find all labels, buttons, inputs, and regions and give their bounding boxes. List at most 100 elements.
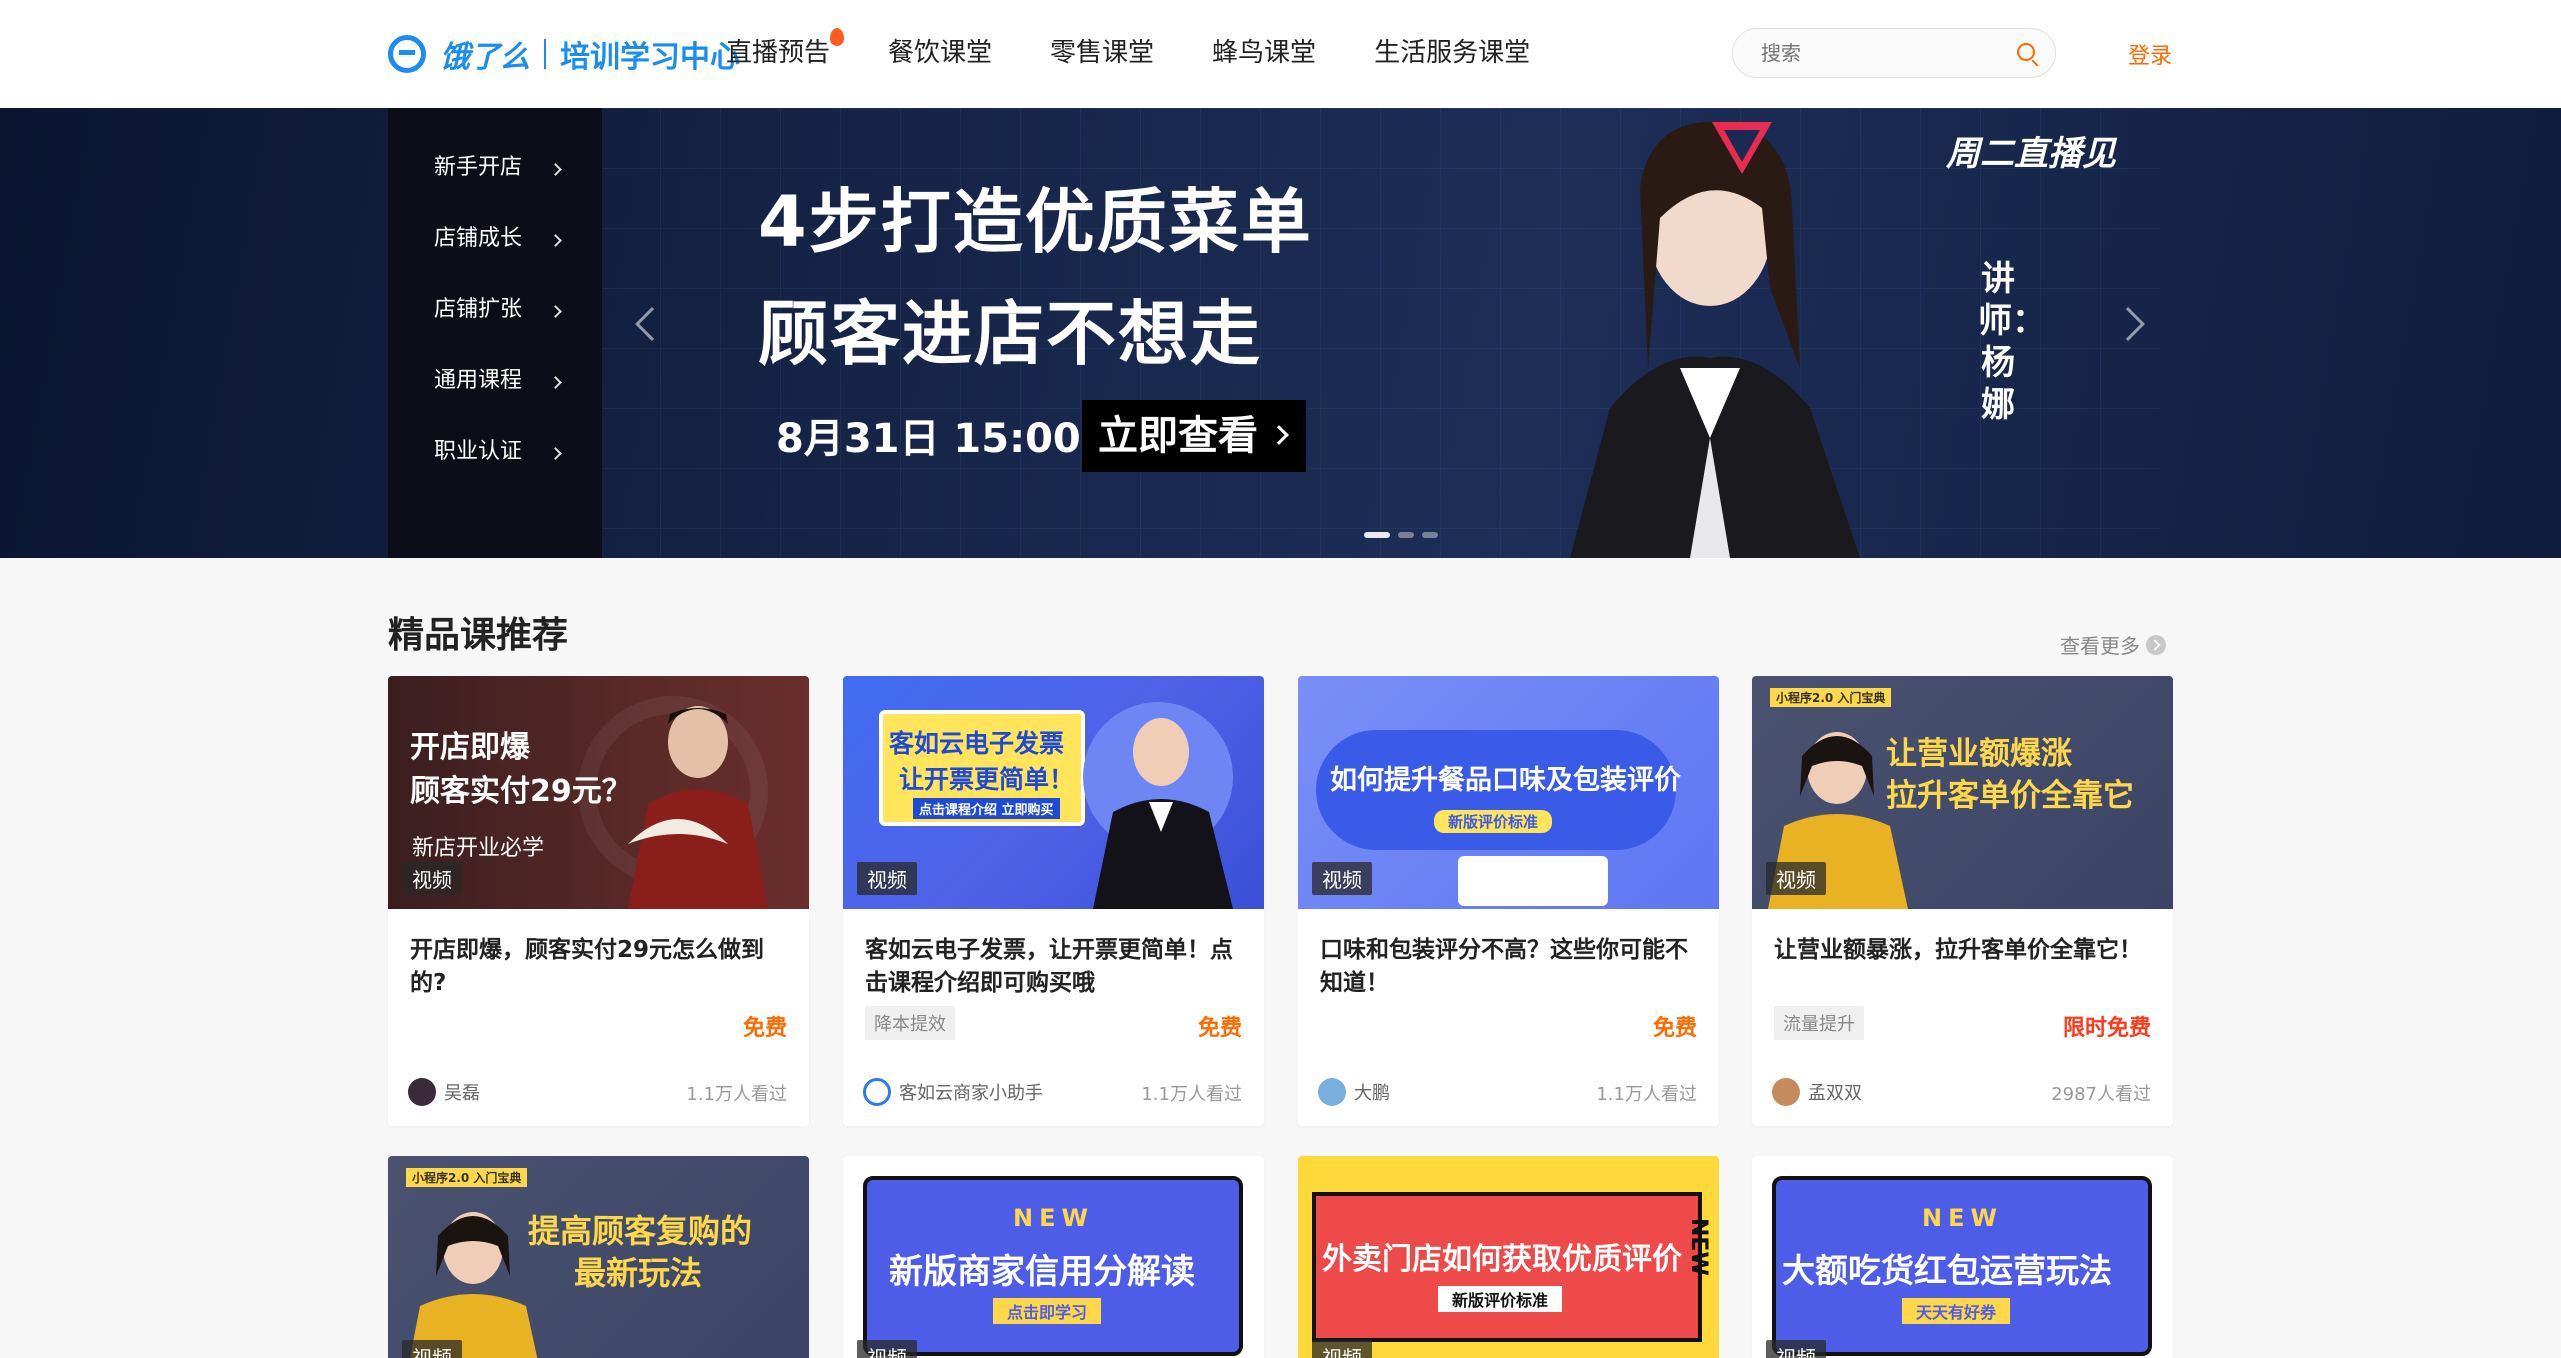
chevron-right-icon: [549, 447, 562, 460]
course-title[interactable]: 客如云电子发票，让开票更简单！点击课程介绍即可购买哦: [865, 934, 1245, 1000]
nav-life-service[interactable]: 生活服务课堂: [1374, 30, 1530, 76]
course-card[interactable]: NEW 大额吃货红包运营玩法 天天有好券 视频: [1752, 1156, 2173, 1358]
thumb-line2: 顾客实付29元？: [410, 774, 632, 809]
nav-retail[interactable]: 零售课堂: [1050, 30, 1154, 76]
thumb-line1: 外卖门店如何获取优质评价: [1322, 1242, 1682, 1277]
thumb-line1: 客如云电子发票: [889, 729, 1065, 758]
main-nav: 直播预告 餐饮课堂 零售课堂 蜂鸟课堂 生活服务课堂: [726, 28, 1588, 76]
side-item-store-expand[interactable]: 店铺扩张: [388, 280, 602, 351]
avatar: [1772, 1078, 1800, 1106]
nav-catering[interactable]: 餐饮课堂: [888, 30, 992, 76]
thumb-line2: 让开票更简单！: [899, 765, 1075, 794]
banner-carousel[interactable]: 4步打造优质菜单 顾客进店不想走 8月31日 15:00 立即查看 周二直播见 …: [0, 108, 2561, 558]
course-thumbnail: NEW 大额吃货红包运营玩法 天天有好券 视频: [1752, 1156, 2173, 1358]
course-author: 客如云商家小助手: [863, 1078, 1043, 1106]
course-card[interactable]: 如何提升餐品口味及包装评价 新版评价标准 视频 口味和包装评分不高？这些你可能不…: [1298, 676, 1719, 1126]
banner-date: 8月31日 15:00: [776, 416, 1081, 462]
video-badge: 视频: [857, 1340, 917, 1358]
fire-icon: [830, 28, 845, 46]
search-box: [1732, 28, 2056, 78]
course-price: 限时免费: [2062, 1016, 2151, 1041]
thumb-line1: NEW: [1013, 1204, 1094, 1232]
chevron-right-icon: [1269, 425, 1289, 445]
course-price: 免费: [742, 1016, 787, 1041]
logo[interactable]: 饿了么 培训学习中心: [388, 32, 740, 76]
carousel-dot-3[interactable]: [1422, 532, 1438, 538]
course-author: 大鹏: [1318, 1078, 1390, 1106]
course-thumbnail: 客如云电子发票 让开票更简单！ 点击课程介绍 立即购买 视频: [843, 676, 1264, 909]
chevron-right-icon: [549, 163, 562, 176]
presenter-photo: [1093, 718, 1233, 909]
thumb-line3: 小程序2.0 入门宝典: [1770, 688, 1892, 707]
thumb-line3: 点击课程介绍 立即购买: [913, 798, 1060, 819]
carousel-dots: [1364, 532, 1438, 538]
section-title: 精品课推荐: [388, 615, 569, 656]
chevron-right-icon: [549, 376, 562, 389]
thumb-line1: 如何提升餐品口味及包装评价: [1330, 765, 1681, 796]
thumb-line1: NEW: [1922, 1204, 2003, 1232]
course-card[interactable]: 开店即爆 顾客实付29元？ 新店开业必学 视频 开店即爆，顾客实付29元怎么做到…: [388, 676, 809, 1126]
banner-title-line1: 4步打造优质菜单: [758, 181, 1313, 263]
video-badge: 视频: [1766, 1340, 1826, 1358]
course-price: 免费: [1197, 1016, 1242, 1041]
thumb-line3: 小程序2.0 入门宝典: [406, 1168, 528, 1187]
course-card[interactable]: 客如云电子发票 让开票更简单！ 点击课程介绍 立即购买 视频 客如云电子发票，让…: [843, 676, 1264, 1126]
course-title[interactable]: 开店即爆，顾客实付29元怎么做到的?: [410, 934, 790, 1000]
thumb-line3: 点击即学习: [993, 1298, 1102, 1324]
author-name: 客如云商家小助手: [899, 1083, 1043, 1104]
thumb-line2: 新版评价标准: [1434, 810, 1553, 833]
thumb-line3: NEW: [1686, 1218, 1711, 1276]
view-count: 1.1万人看过: [1596, 1084, 1697, 1105]
avatar: [408, 1078, 436, 1106]
course-tag: 降本提效: [865, 1006, 955, 1040]
course-thumbnail: 开店即爆 顾客实付29元？ 新店开业必学 视频: [388, 676, 809, 909]
side-item-new-store[interactable]: 新手开店: [388, 138, 602, 209]
banner-title-line2: 顾客进店不想走: [758, 293, 1262, 375]
course-title[interactable]: 口味和包装评分不高？这些你可能不知道！: [1320, 934, 1700, 1000]
banner-view-now-button[interactable]: 立即查看: [1082, 400, 1306, 472]
avatar: [1318, 1078, 1346, 1106]
avatar: [863, 1078, 891, 1106]
video-badge: 视频: [402, 1340, 462, 1358]
course-thumbnail: NEW 新版商家信用分解读 点击即学习 视频: [843, 1156, 1264, 1358]
side-item-general[interactable]: 通用课程: [388, 351, 602, 422]
side-item-store-growth[interactable]: 店铺成长: [388, 209, 602, 280]
thumb-line2: 新版商家信用分解读: [889, 1252, 1195, 1292]
carousel-dot-2[interactable]: [1398, 532, 1414, 538]
thumb-line1: 让营业额爆涨: [1886, 736, 2072, 772]
course-card[interactable]: 小程序2.0 入门宝典 让营业额爆涨 拉升客单价全靠它 视频 让营业额暴涨，拉升…: [1752, 676, 2173, 1126]
course-tag: 流量提升: [1774, 1006, 1864, 1040]
thumb-line2: 大额吃货红包运营玩法: [1782, 1251, 2112, 1290]
lecturer-photo: [1570, 121, 1860, 558]
course-card[interactable]: NEW 新版商家信用分解读 点击即学习 视频: [843, 1156, 1264, 1358]
course-card[interactable]: 小程序2.0 入门宝典 提高顾客复购的 最新玩法 视频: [388, 1156, 809, 1358]
side-item-label: 店铺扩张: [434, 297, 523, 322]
view-count: 1.1万人看过: [1141, 1084, 1242, 1105]
course-thumbnail: 小程序2.0 入门宝典 让营业额爆涨 拉升客单价全靠它 视频: [1752, 676, 2173, 909]
carousel-dot-1[interactable]: [1364, 532, 1390, 538]
thumb-line3: 新店开业必学: [412, 836, 545, 861]
thumb-line1: 开店即爆: [410, 730, 530, 765]
course-title[interactable]: 让营业额暴涨，拉升客单价全靠它！: [1774, 934, 2154, 967]
thumb-line1: 提高顾客复购的: [528, 1212, 753, 1250]
video-badge: 视频: [402, 862, 462, 895]
video-badge: 视频: [1312, 862, 1372, 895]
view-more-link[interactable]: 查看更多: [2060, 630, 2166, 659]
nav-live-preview[interactable]: 直播预告: [726, 28, 845, 76]
logo-name: 饿了么: [440, 40, 530, 75]
side-item-label: 通用课程: [434, 368, 523, 393]
banner-weekly-live: 周二直播见: [1946, 134, 2116, 174]
login-link[interactable]: 登录: [2128, 38, 2172, 70]
course-author: 吴磊: [408, 1078, 480, 1106]
side-item-certification[interactable]: 职业认证: [388, 422, 602, 493]
search-icon[interactable]: [2017, 43, 2035, 61]
video-badge: 视频: [1766, 862, 1826, 895]
course-card[interactable]: 外卖门店如何获取优质评价 新版评价标准 NEW 视频: [1298, 1156, 1719, 1358]
nav-fengniao[interactable]: 蜂鸟课堂: [1212, 30, 1316, 76]
chevron-right-icon: [549, 234, 562, 247]
course-thumbnail: 外卖门店如何获取优质评价 新版评价标准 NEW 视频: [1298, 1156, 1719, 1358]
search-input[interactable]: [1733, 29, 1983, 77]
presenter-photo: [409, 1212, 538, 1358]
presenter-photo: [628, 706, 768, 909]
side-item-label: 新手开店: [434, 155, 523, 180]
